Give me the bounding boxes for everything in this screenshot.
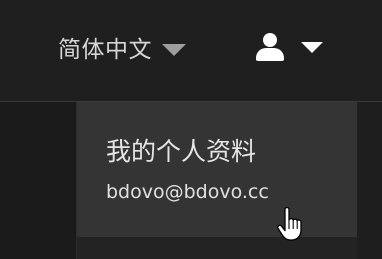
user-menu-toggle[interactable] [256, 30, 323, 64]
language-selector[interactable]: 简体中文 [58, 30, 186, 70]
user-dropdown-menu: 我的个人资料 bdovo@bdovo.cc [77, 102, 357, 259]
account-email: bdovo@bdovo.cc [106, 181, 269, 203]
language-selector-label: 简体中文 [58, 37, 152, 63]
chevron-down-icon [162, 44, 186, 56]
app-screen: 简体中文 我的个人资料 bdovo@bdovo.cc [0, 0, 382, 259]
hand-pointer-icon [277, 207, 302, 241]
top-navigation-bar: 简体中文 [0, 0, 382, 101]
left-content-area [0, 102, 76, 259]
next-menu-item[interactable] [77, 237, 357, 259]
chevron-down-icon [301, 41, 323, 53]
my-profile-label: 我的个人资料 [106, 137, 257, 166]
user-icon [256, 32, 284, 62]
right-content-area [357, 102, 382, 259]
my-profile-menu-item[interactable]: 我的个人资料 bdovo@bdovo.cc [77, 102, 357, 237]
